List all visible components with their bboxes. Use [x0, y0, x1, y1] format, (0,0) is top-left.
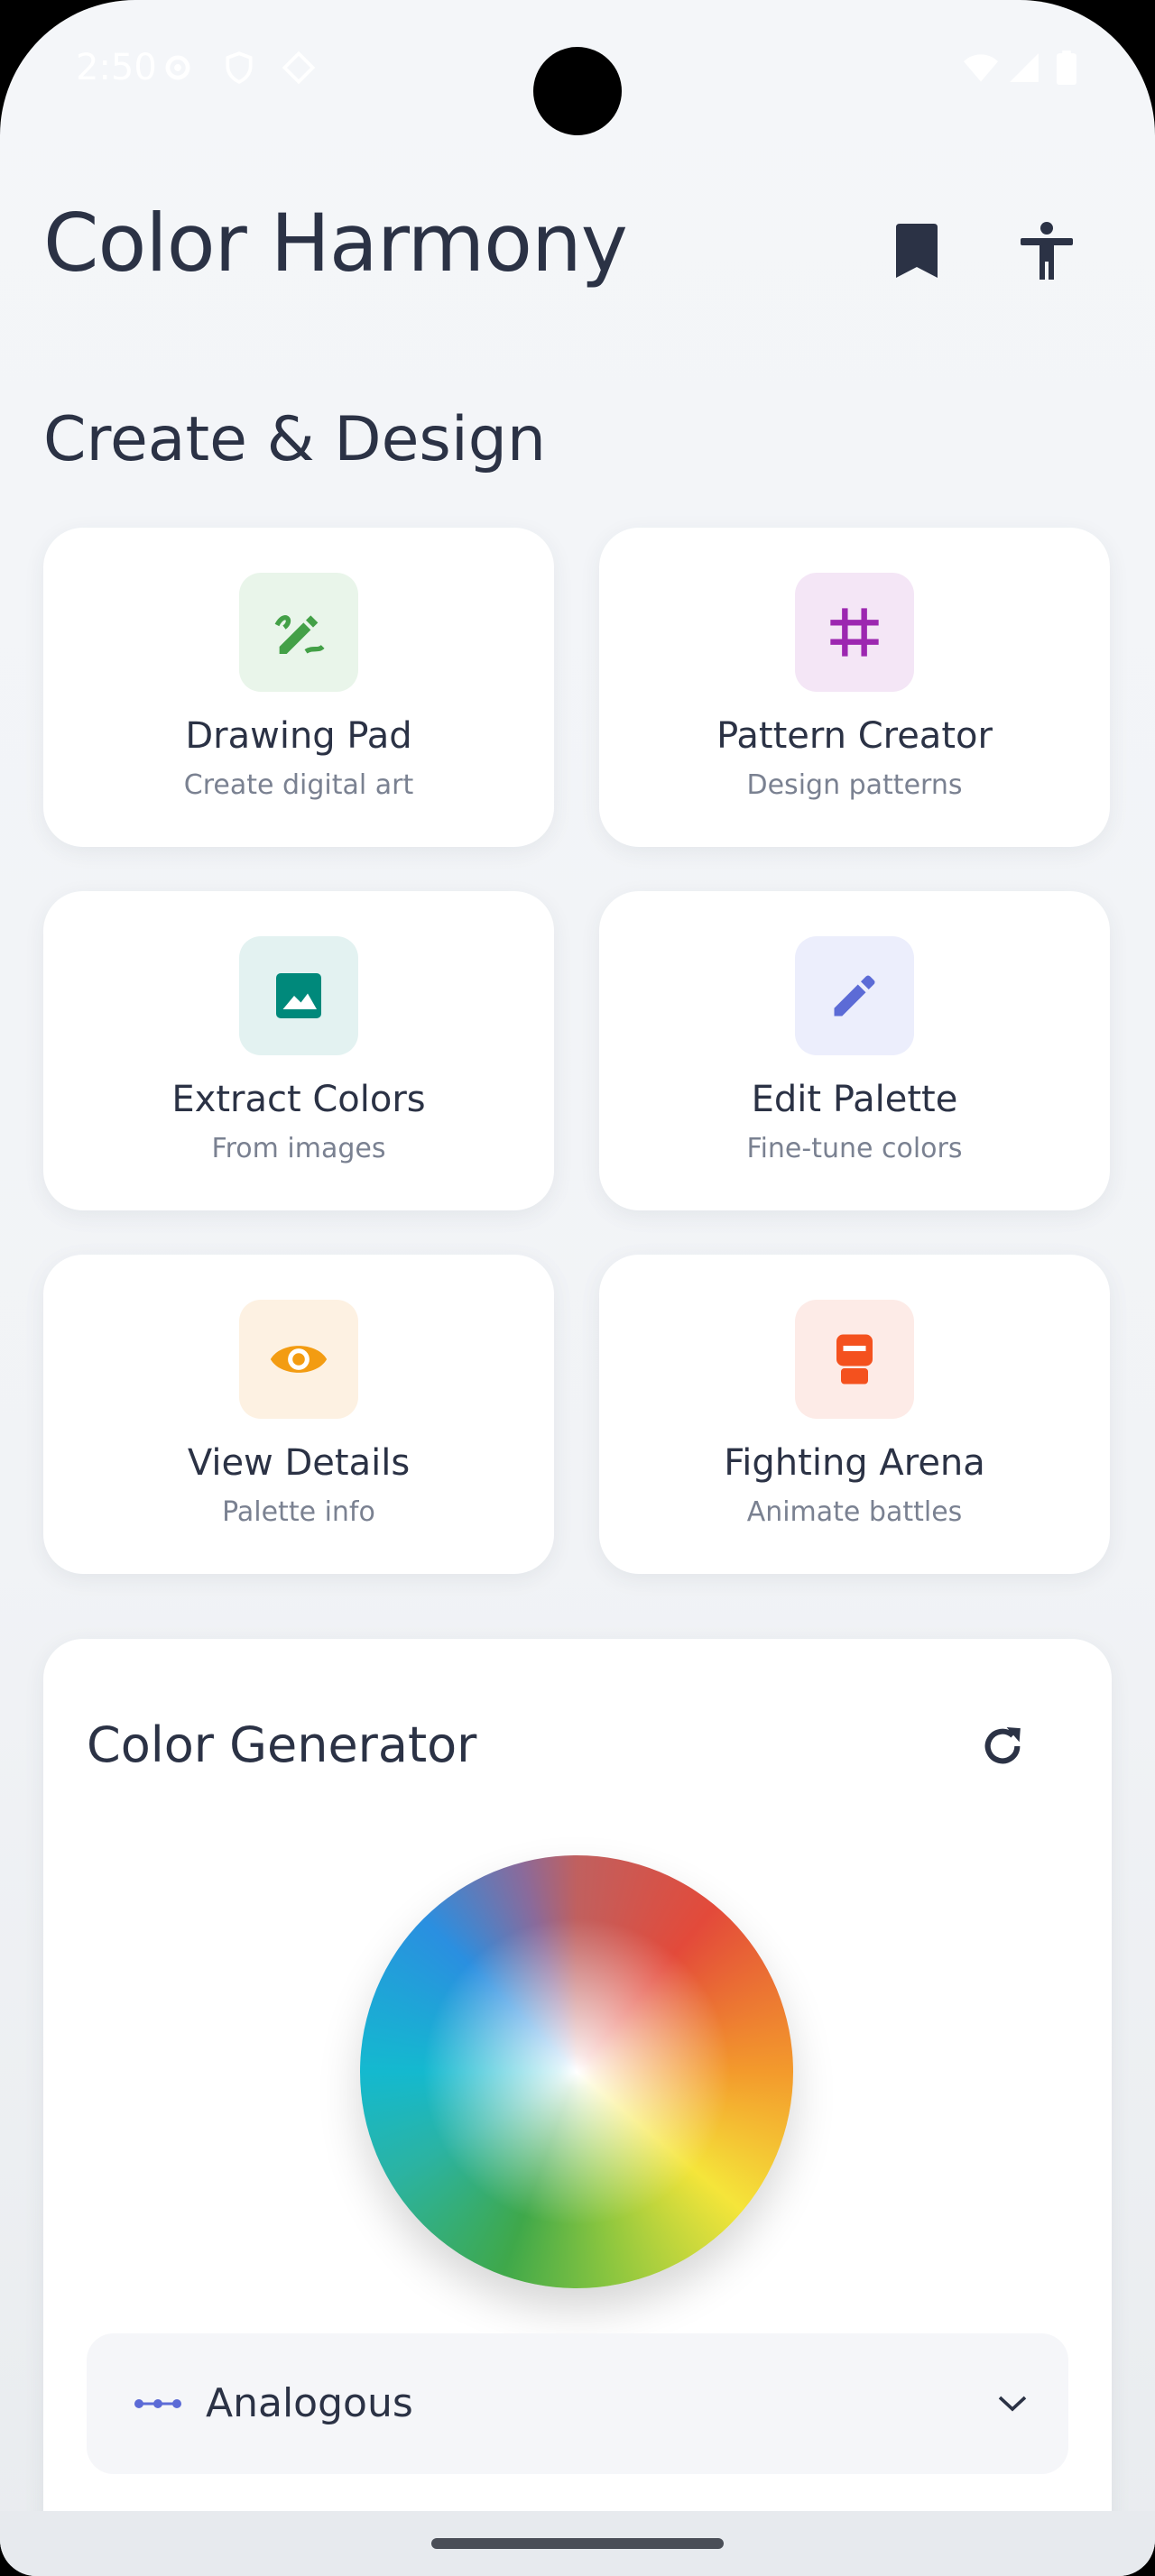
phone-screen: 2:50 Color Harmony Create & Design Drawi… [0, 0, 1155, 2576]
harmony-value: Analogous [206, 2380, 413, 2426]
tool-card-extract-colors[interactable]: Extract Colors From images [43, 891, 554, 1210]
home-indicator[interactable] [431, 2538, 724, 2549]
chevron-down-icon [989, 2380, 1036, 2427]
tool-subtitle: Palette info [222, 1496, 375, 1528]
tool-card-view-details[interactable]: View Details Palette info [43, 1255, 554, 1574]
boxing-glove-icon [795, 1300, 914, 1419]
color-wheel[interactable] [360, 1855, 793, 2288]
status-bar: 2:50 [0, 0, 1155, 135]
draw-icon [239, 573, 358, 692]
tool-subtitle: Create digital art [183, 769, 414, 801]
section-title: Create & Design [43, 404, 546, 475]
harmony-icon [134, 2383, 182, 2424]
accessibility-icon[interactable] [1011, 215, 1083, 287]
grid-icon [795, 573, 914, 692]
tool-subtitle: Design patterns [746, 769, 963, 801]
tool-title: Pattern Creator [716, 715, 993, 757]
tool-card-edit-palette[interactable]: Edit Palette Fine-tune colors [599, 891, 1110, 1210]
generator-title: Color Generator [87, 1716, 477, 1773]
tool-title: Fighting Arena [724, 1442, 985, 1484]
tool-card-drawing-pad[interactable]: Drawing Pad Create digital art [43, 528, 554, 847]
tool-title: Extract Colors [171, 1079, 426, 1120]
tool-card-pattern-creator[interactable]: Pattern Creator Design patterns [599, 528, 1110, 847]
pencil-icon [795, 936, 914, 1055]
status-time: 2:50 [76, 47, 157, 88]
tool-title: Drawing Pad [185, 715, 412, 757]
bookmark-icon[interactable] [881, 215, 953, 287]
camera-cutout [533, 47, 622, 135]
battery-icon [1054, 51, 1079, 85]
tool-subtitle: Fine-tune colors [746, 1133, 963, 1164]
tool-title: View Details [187, 1442, 411, 1484]
wifi-icon [962, 51, 1000, 85]
eye-icon [239, 1300, 358, 1419]
gear-icon [161, 51, 195, 85]
image-icon [239, 936, 358, 1055]
signal-icon [1007, 51, 1041, 85]
tool-title: Edit Palette [751, 1079, 958, 1120]
refresh-icon[interactable] [973, 1716, 1032, 1776]
tool-subtitle: Animate battles [746, 1496, 963, 1528]
shield-icon [222, 51, 256, 85]
color-generator-card: Color Generator Analogous [43, 1639, 1112, 2576]
tool-card-fighting-arena[interactable]: Fighting Arena Animate battles [599, 1255, 1110, 1574]
harmony-select[interactable]: Analogous [87, 2333, 1068, 2474]
app-title: Color Harmony [43, 197, 628, 290]
tool-subtitle: From images [211, 1133, 386, 1164]
at-sign-icon [282, 51, 316, 85]
